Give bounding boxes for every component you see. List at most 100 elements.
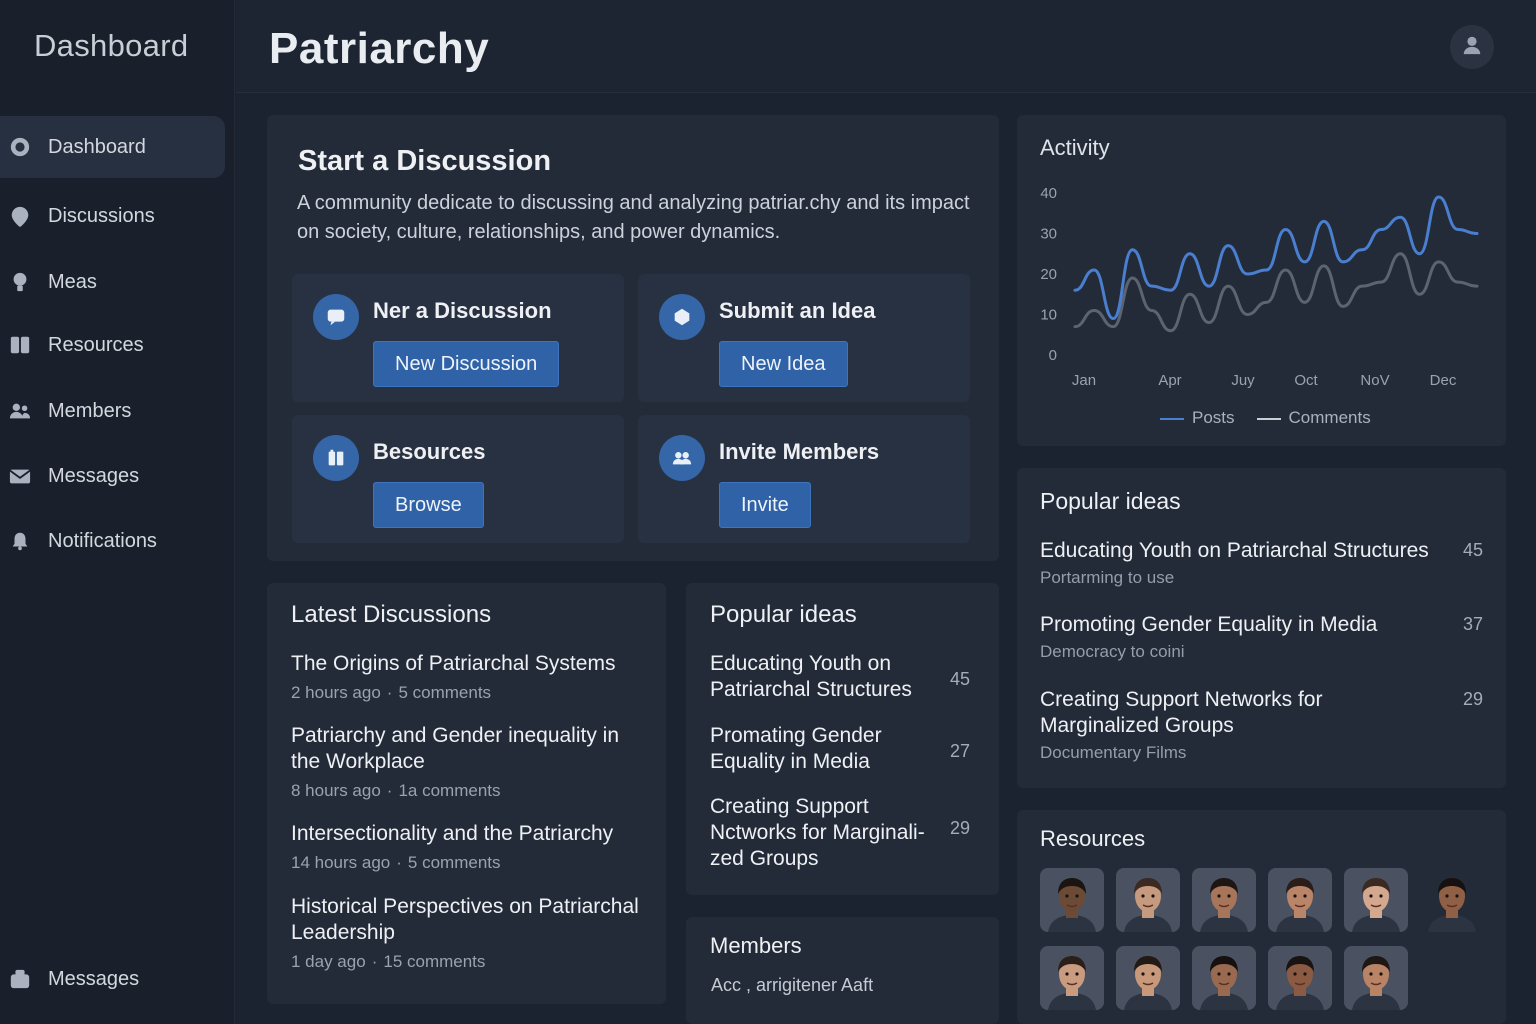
discussion-meta: 1 day ago · 15 comments — [291, 952, 486, 971]
discussion-title[interactable]: Intersectionality and the Patriarchy — [291, 821, 651, 847]
action-resources: Besources Browse — [292, 415, 624, 543]
inbox-icon — [8, 967, 32, 991]
action-label: Besources — [373, 439, 486, 464]
discussion-item[interactable]: Historical Perspectives on Patriarchal L… — [291, 894, 651, 972]
start-discussion-title: Start a Discussion — [298, 145, 552, 177]
idea-item[interactable]: Educating Youth on Patriarchal Structure… — [1040, 538, 1483, 588]
latest-discussions-card: Latest Discussions The Origins of Patria… — [267, 583, 666, 1004]
new-idea-button[interactable]: New Idea — [719, 341, 848, 387]
y-tick-label: 0 — [1049, 347, 1057, 364]
action-label: Submit an Idea — [719, 298, 876, 323]
sidebar-item-messages[interactable]: Messages — [0, 445, 225, 507]
idea-item[interactable]: Promoting Gender Equality in Media Democ… — [1040, 612, 1483, 662]
idea-item[interactable]: Creating Support Nctworks for Marginali-… — [710, 794, 970, 872]
sidebar-item-members[interactable]: Members — [0, 380, 225, 442]
discussion-item[interactable]: Patriarchy and Gender inequality in the … — [291, 723, 651, 801]
sidebar-item-discussions[interactable]: Discussions — [0, 185, 225, 247]
sidebar-item-dashboard[interactable]: Dashboard — [0, 116, 225, 178]
discussion-title[interactable]: Historical Perspectives on Patriarchal L… — [291, 894, 651, 946]
resource-avatar[interactable] — [1116, 946, 1180, 1010]
discussion-meta: 8 hours ago · 1a comments — [291, 781, 501, 800]
y-tick-label: 10 — [1040, 307, 1057, 324]
resource-avatar[interactable] — [1040, 946, 1104, 1010]
resource-avatar[interactable] — [1040, 868, 1104, 932]
profile-button[interactable] — [1450, 25, 1494, 69]
invite-button[interactable]: Invite — [719, 482, 811, 528]
x-tick-label: Apr — [1158, 372, 1181, 389]
resource-avatar[interactable] — [1192, 946, 1256, 1010]
resource-avatar[interactable] — [1420, 868, 1484, 932]
lightbulb-icon — [8, 270, 32, 294]
sidebar-item-label: Resources — [48, 333, 144, 356]
idea-title[interactable]: Promating Gender Equality in Media — [710, 723, 935, 775]
idea-item[interactable]: Creating Support Networks for Marginaliz… — [1040, 687, 1483, 763]
idea-title[interactable]: Creating Support Nctworks for Marginali-… — [710, 794, 935, 872]
idea-item[interactable]: Educating Youth on Patriarchal Structure… — [710, 651, 970, 703]
x-tick-label: Juy — [1231, 372, 1255, 389]
idea-item[interactable]: Promating Gender Equality in Media 27 — [710, 723, 970, 775]
activity-card: Activity 40 30 20 10 0 Jan Apr Juy Oct NoV Dec Pos… — [1017, 115, 1506, 446]
idea-vote-count: 27 — [949, 741, 970, 761]
members-card: Members Acc , arrigitener Aaft — [686, 917, 999, 1024]
discussion-title[interactable]: The Origins of Patriarchal Systems — [291, 651, 651, 677]
community-description: A community dedicate to discussing and a… — [297, 192, 970, 243]
members-icon — [8, 399, 32, 423]
resources-title: Resources — [1040, 826, 1146, 851]
members-list[interactable]: Acc , arrigitener Aaft — [711, 975, 873, 996]
start-discussion-card: Start a Discussion A community dedicate … — [267, 115, 999, 561]
bell-icon — [8, 529, 32, 553]
discussion-meta: 14 hours ago · 5 comments — [291, 853, 501, 872]
discussion-meta: 2 hours ago · 5 comments — [291, 683, 492, 702]
chart-legend: Posts Comments — [1160, 408, 1371, 428]
popular-ideas-side-title: Popular ideas — [1040, 488, 1181, 514]
action-invite-members: Invite Members Invite — [638, 415, 970, 543]
idea-vote-count: 45 — [949, 669, 970, 689]
sidebar-item-label: Members — [48, 399, 132, 422]
action-new-discussion: Ner a Discussion New Discussion — [292, 274, 624, 402]
discussion-title[interactable]: Patriarchy and Gender inequality in the … — [291, 723, 651, 775]
dashboard-icon — [8, 135, 32, 159]
idea-vote-count: 29 — [1462, 689, 1483, 709]
popular-ideas-card: Popular ideas Educating Youth on Patriar… — [686, 583, 999, 895]
idea-vote-count: 37 — [1462, 614, 1483, 634]
resource-avatar[interactable] — [1344, 946, 1408, 1010]
chat-icon — [313, 294, 359, 340]
x-tick-label: Oct — [1294, 372, 1318, 389]
latest-discussions-title: Latest Discussions — [291, 601, 492, 628]
book-icon — [313, 435, 359, 481]
activity-chart: 40 30 20 10 0 Jan Apr Juy Oct NoV Dec — [1040, 185, 1479, 389]
sidebar-item-label: Dashboard — [48, 135, 146, 158]
sidebar-item-notifications[interactable]: Notifications — [0, 510, 225, 572]
y-tick-label: 40 — [1040, 185, 1057, 202]
new-discussion-button[interactable]: New Discussion — [373, 341, 560, 387]
idea-title[interactable]: Educating Youth on Patriarchal Structure… — [1040, 538, 1440, 564]
discussion-item[interactable]: Intersectionality and the Patriarchy 14 … — [291, 821, 651, 873]
idea-subtitle: Democracy to coini — [1040, 642, 1185, 661]
idea-title[interactable]: Educating Youth on Patriarchal Structure… — [710, 651, 935, 703]
book-icon — [8, 333, 32, 357]
x-tick-label: NoV — [1360, 372, 1389, 389]
sidebar-item-messages-bottom[interactable]: Messages — [0, 948, 225, 1010]
resource-avatar[interactable] — [1192, 868, 1256, 932]
x-tick-label: Jan — [1072, 372, 1096, 389]
sidebar-item-label: Messages — [48, 464, 140, 487]
sidebar-item-label: Notifications — [48, 529, 157, 552]
discussion-item[interactable]: The Origins of Patriarchal Systems 2 hou… — [291, 651, 651, 703]
browse-button[interactable]: Browse — [373, 482, 484, 528]
sidebar-item-label: Messages — [48, 967, 140, 990]
popular-ideas-side-card: Popular ideas Educating Youth on Patriar… — [1017, 468, 1506, 788]
sidebar-item-ideas[interactable]: Meas — [0, 251, 225, 313]
sidebar-item-resources[interactable]: Resources — [0, 314, 225, 376]
idea-vote-count: 45 — [1462, 540, 1483, 560]
top-header: Patriarchy — [236, 0, 1536, 93]
sidebar-item-label: Meas — [48, 270, 97, 293]
idea-title[interactable]: Promoting Gender Equality in Media — [1040, 612, 1440, 638]
idea-title[interactable]: Creating Support Networks for Marginaliz… — [1040, 687, 1370, 739]
resource-avatar[interactable] — [1268, 946, 1332, 1010]
resource-avatar[interactable] — [1116, 868, 1180, 932]
series-line-comments — [1073, 252, 1479, 333]
action-submit-idea: Submit an Idea New Idea — [638, 274, 970, 402]
y-tick-label: 20 — [1040, 266, 1057, 283]
resource-avatar[interactable] — [1344, 868, 1408, 932]
resource-avatar[interactable] — [1268, 868, 1332, 932]
